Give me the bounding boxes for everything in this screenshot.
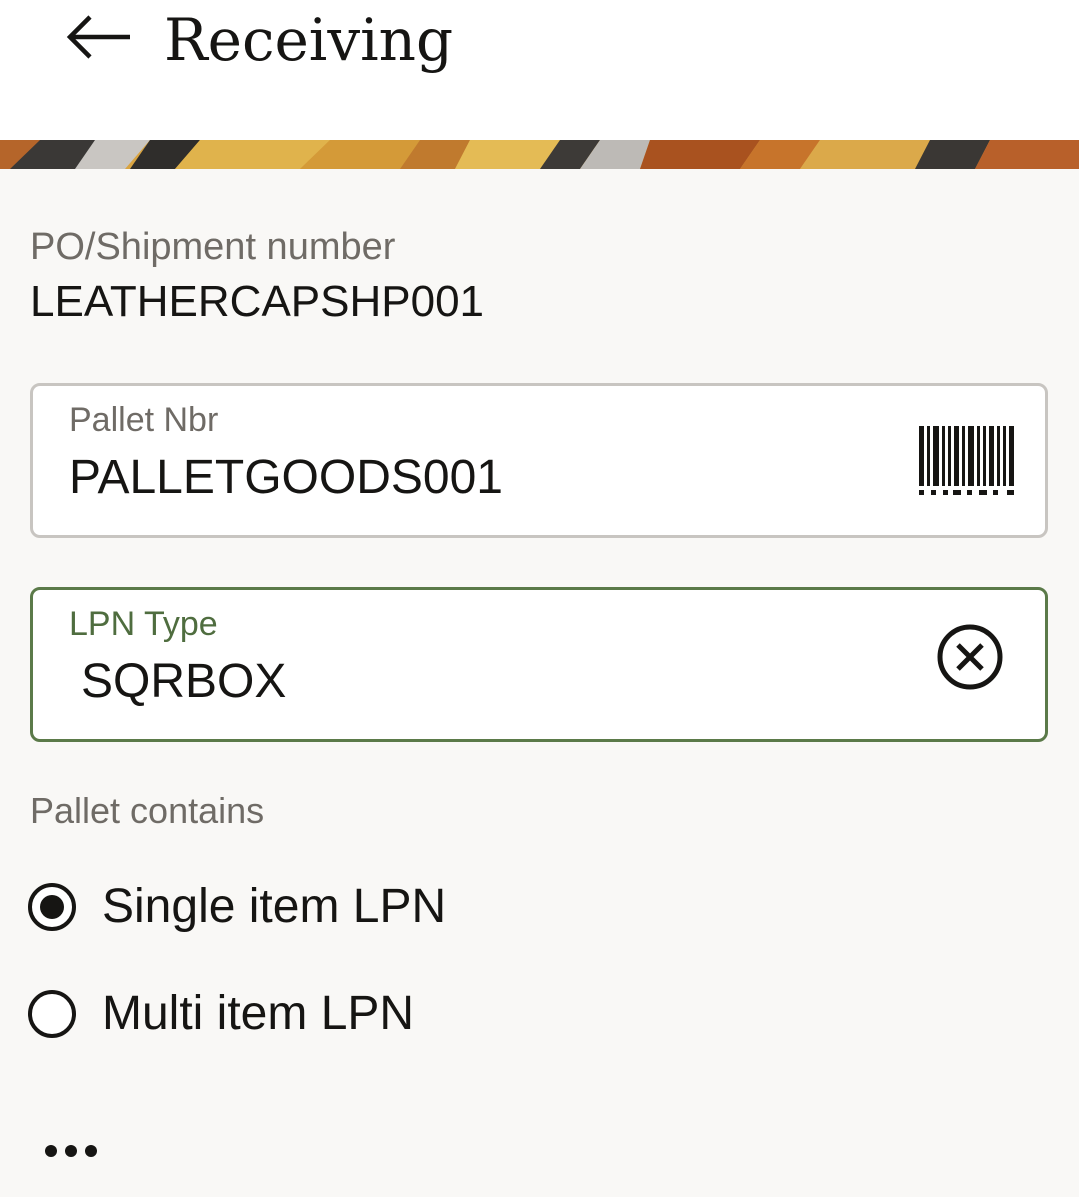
header-banner-pattern — [0, 140, 1079, 169]
radio-multi-item-lpn[interactable]: Multi item LPN — [28, 979, 414, 1049]
pallet-nbr-input[interactable] — [69, 450, 889, 506]
po-shipment-label: PO/Shipment number — [30, 226, 396, 268]
radio-label: Single item LPN — [102, 880, 447, 933]
pallet-contains-label: Pallet contains — [30, 790, 265, 831]
radio-label: Multi item LPN — [102, 987, 415, 1040]
lpn-type-field[interactable]: LPN Type — [30, 587, 1048, 742]
pallet-nbr-field[interactable]: Pallet Nbr — [30, 383, 1048, 538]
radio-button-selected[interactable] — [28, 883, 76, 931]
main-content: PO/Shipment number LEATHERCAPSHP001 Pall… — [0, 169, 1079, 1197]
clear-lpn-type-button[interactable] — [935, 622, 1005, 692]
clear-icon — [937, 624, 1003, 690]
barcode-icon — [919, 426, 1014, 495]
radio-single-item-lpn[interactable]: Single item LPN — [28, 872, 446, 942]
back-button[interactable] — [56, 0, 142, 74]
radio-button[interactable] — [28, 990, 76, 1038]
po-shipment-value: LEATHERCAPSHP001 — [30, 277, 485, 326]
pallet-nbr-label: Pallet Nbr — [69, 401, 219, 439]
arrow-left-icon — [66, 15, 130, 59]
scan-barcode-button[interactable] — [917, 424, 1017, 500]
page-title: Receiving — [164, 6, 454, 74]
app-header: Receiving — [0, 0, 1079, 140]
lpn-type-input[interactable] — [81, 654, 901, 710]
more-actions-button[interactable] — [36, 1131, 106, 1171]
lpn-type-label: LPN Type — [69, 605, 218, 643]
more-horizontal-icon — [45, 1145, 97, 1157]
